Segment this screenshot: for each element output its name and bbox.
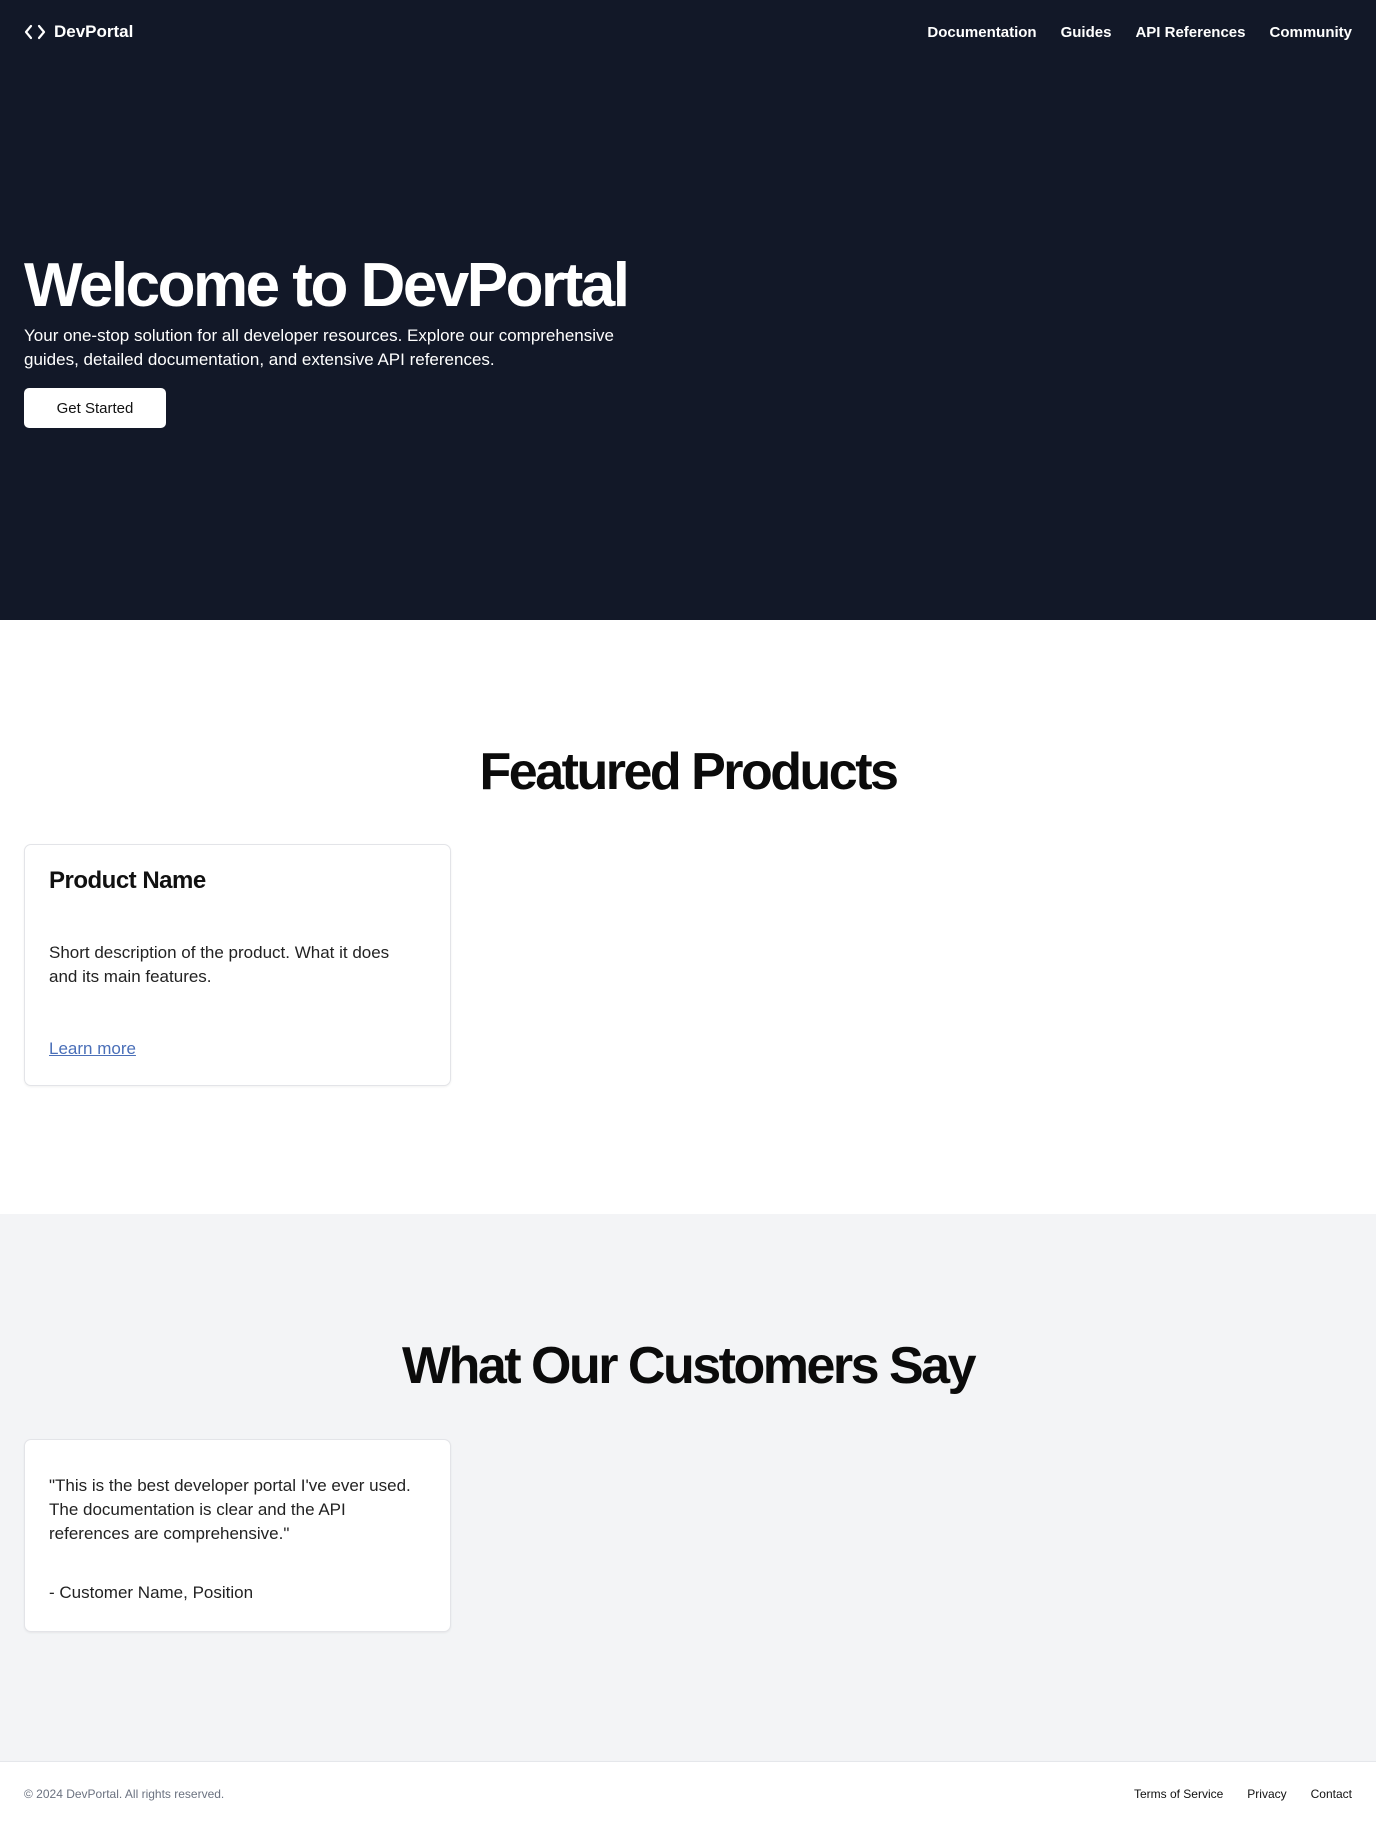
nav-link-community[interactable]: Community [1270, 24, 1353, 41]
product-description: Short description of the product. What i… [49, 943, 390, 986]
learn-more-link[interactable]: Learn more [49, 1039, 136, 1059]
hero-section: DevPortal Documentation Guides API Refer… [0, 0, 1376, 620]
get-started-button[interactable]: Get Started [24, 388, 166, 428]
nav-link-guides[interactable]: Guides [1061, 24, 1112, 41]
footer-links: Terms of Service Privacy Contact [1134, 1787, 1352, 1801]
testimonial-quote: "This is the best developer portal I've … [49, 1476, 411, 1543]
testimonials-title: What Our Customers Say [401, 1337, 977, 1395]
product-card: Product Name Short description of the pr… [24, 844, 451, 1086]
copyright-text: © 2024 DevPortal. All rights reserved. [24, 1786, 225, 1801]
featured-products-title: Featured Products [479, 743, 899, 801]
testimonial-card: "This is the best developer portal I've … [24, 1439, 451, 1632]
nav-link-documentation[interactable]: Documentation [927, 24, 1036, 41]
footer-link-terms[interactable]: Terms of Service [1134, 1787, 1223, 1801]
footer: © 2024 DevPortal. All rights reserved. T… [0, 1761, 1376, 1825]
hero-title: Welcome to DevPortal [24, 251, 630, 320]
nav-link-api-references[interactable]: API References [1135, 24, 1245, 41]
footer-link-privacy[interactable]: Privacy [1247, 1787, 1286, 1801]
product-name: Product Name [49, 867, 206, 894]
hero-subtitle: Your one-stop solution for all developer… [24, 324, 664, 372]
brand-name: DevPortal [54, 22, 134, 41]
hero-subtitle-line-1: Your one-stop solution for all developer… [24, 326, 614, 345]
hero-content: Welcome to DevPortal Your one-stop solut… [24, 248, 664, 428]
brand-logo-link[interactable]: DevPortal [24, 22, 133, 42]
code-icon [24, 23, 46, 41]
footer-link-contact[interactable]: Contact [1311, 1787, 1352, 1801]
hero-subtitle-line-2: guides, detailed documentation, and exte… [24, 350, 495, 369]
testimonial-author: - Customer Name, Position [49, 1583, 254, 1602]
nav-links: Documentation Guides API References Comm… [927, 24, 1352, 41]
top-navigation: DevPortal Documentation Guides API Refer… [0, 0, 1376, 64]
